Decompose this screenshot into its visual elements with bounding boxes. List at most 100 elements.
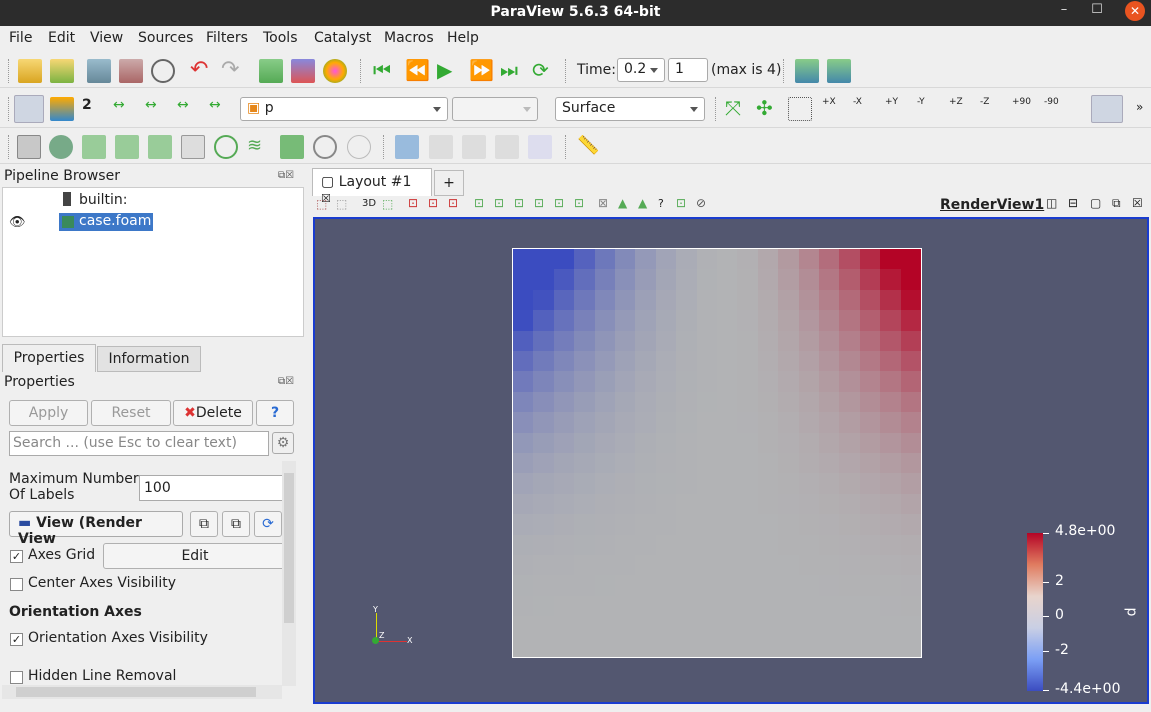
clear-selection-icon[interactable]: ⊠ — [598, 196, 608, 210]
reset-session-icon[interactable] — [259, 59, 283, 83]
tab-information[interactable]: Information — [97, 346, 201, 372]
rotate-minus-90-icon[interactable]: -90 — [1044, 97, 1068, 121]
orientation-axes-checkbox[interactable]: ✓ — [10, 633, 23, 646]
contour-icon[interactable] — [49, 135, 73, 159]
axes-grid-checkbox[interactable]: ✓ — [10, 550, 23, 563]
color-legend-bar[interactable] — [1027, 533, 1043, 691]
close-icon[interactable]: ✕ — [1125, 1, 1145, 21]
pipeline-builtin[interactable]: builtin: — [79, 192, 128, 208]
query-icon[interactable]: ⊡ — [676, 196, 686, 210]
vertical-scrollbar[interactable] — [282, 461, 296, 686]
extract-level-icon[interactable] — [347, 135, 371, 159]
redo-icon[interactable]: ↷ — [221, 59, 245, 83]
plot-over-time-icon[interactable] — [495, 135, 519, 159]
undo-icon[interactable]: ↶ — [190, 59, 214, 83]
rescale-temporal-icon[interactable]: ↔ — [177, 97, 201, 121]
view-minus-z-icon[interactable]: -Z — [980, 97, 1004, 121]
toggle-annotation-icon[interactable]: ▲ — [638, 196, 647, 210]
properties-dock-icons[interactable]: ⧉☒ — [278, 376, 294, 387]
split-vertical-icon[interactable]: ⊟ — [1068, 196, 1078, 210]
plot-selection-icon[interactable] — [429, 135, 453, 159]
timestep-spinbox[interactable]: 1 — [668, 58, 708, 82]
help-button[interactable]: ? — [256, 400, 294, 426]
interactive-select-icon[interactable]: ⊡ — [494, 196, 504, 210]
pipeline-item-case-foam[interactable]: case.foam — [59, 213, 153, 231]
threshold-icon[interactable] — [148, 135, 172, 159]
split-horizontal-icon[interactable]: ◫ — [1046, 196, 1057, 210]
camera-undo-icon[interactable]: ⬚ — [382, 197, 393, 211]
paste-button[interactable]: ⧉ — [222, 511, 250, 537]
timer-icon[interactable] — [151, 59, 175, 83]
tab-properties[interactable]: Properties — [2, 344, 96, 372]
add-layout-button[interactable]: + — [434, 170, 464, 196]
hover-points-icon[interactable]: ⊡ — [534, 196, 544, 210]
slice-icon[interactable] — [115, 135, 139, 159]
rescale-range-icon[interactable]: ↔ — [113, 97, 137, 121]
hidden-line-checkbox[interactable] — [10, 671, 23, 684]
extract-subset-icon[interactable] — [181, 135, 205, 159]
probe-icon[interactable] — [528, 135, 552, 159]
component-combo[interactable] — [452, 97, 538, 121]
time-combo[interactable]: 0.2 — [617, 58, 665, 82]
connect-icon[interactable] — [87, 59, 111, 83]
center-axes-checkbox[interactable] — [10, 578, 23, 591]
view-plus-y-icon[interactable]: +Y — [885, 97, 909, 121]
stop-icon[interactable]: ⊘ — [696, 196, 706, 210]
warp-vector-icon[interactable] — [280, 135, 304, 159]
representation-combo[interactable]: Surface — [555, 97, 705, 121]
find-icon[interactable]: ? — [658, 197, 664, 210]
select-block-icon[interactable]: ⊡ — [474, 196, 484, 210]
mode-3d-toggle[interactable]: 3D — [362, 198, 376, 209]
view-minus-x-icon[interactable]: -X — [853, 97, 877, 121]
disconnect-icon[interactable] — [119, 59, 143, 83]
reset-range-icon[interactable]: 2 — [82, 97, 106, 121]
capture-icon[interactable]: ⬚ — [316, 197, 327, 211]
toggle-colorbar-icon[interactable] — [14, 95, 44, 123]
menu-catalyst[interactable]: Catalyst — [314, 30, 371, 46]
apply-button[interactable]: Apply — [9, 400, 88, 426]
tab-layout-1[interactable]: ▢ Layout #1 ☒ — [312, 168, 432, 205]
glyph-icon[interactable] — [214, 135, 238, 159]
view-minus-y-icon[interactable]: -Y — [917, 97, 941, 121]
minimize-icon[interactable]: – — [1052, 0, 1076, 22]
select-cells-icon[interactable]: ⊡ — [408, 196, 418, 210]
close-view-icon[interactable]: ☒ — [1132, 196, 1143, 210]
add-camera-icon[interactable] — [827, 59, 851, 83]
menu-tools[interactable]: Tools — [263, 30, 298, 46]
select-points-icon[interactable]: ⊡ — [428, 196, 438, 210]
select-frustum-icon[interactable]: ⊡ — [448, 196, 458, 210]
open-icon[interactable] — [18, 59, 42, 83]
hover-cells-icon[interactable]: ⊡ — [554, 196, 564, 210]
horizontal-scrollbar[interactable] — [2, 685, 282, 699]
menu-file[interactable]: File — [9, 30, 32, 46]
loop-icon[interactable]: ⟳ — [532, 59, 556, 83]
menu-macros[interactable]: Macros — [384, 30, 434, 46]
render-view-name[interactable]: RenderView1 — [940, 197, 1044, 213]
zoom-to-box-icon[interactable] — [788, 97, 812, 121]
extract-selection-icon[interactable] — [395, 135, 419, 159]
rescale-custom-icon[interactable]: ↔ — [145, 97, 169, 121]
capture-all-icon[interactable]: ⬚ — [336, 197, 347, 211]
restore-button[interactable]: ⟳ — [254, 511, 282, 537]
undock-view-icon[interactable]: ⧉ — [1112, 196, 1121, 211]
previous-frame-icon[interactable]: ⏪ — [405, 59, 430, 83]
menu-sources[interactable]: Sources — [138, 30, 193, 46]
copy-button[interactable]: ⧉ — [190, 511, 218, 537]
stream-tracer-icon[interactable]: ≋ — [247, 135, 271, 159]
first-frame-icon[interactable]: ⏮ — [373, 59, 397, 83]
pipeline-dock-icons[interactable]: ⧉☒ — [278, 170, 294, 181]
group-datasets-icon[interactable] — [313, 135, 337, 159]
menu-filters[interactable]: Filters — [206, 30, 248, 46]
delete-button[interactable]: ✖Delete — [173, 400, 253, 426]
toolbar-overflow-icon[interactable]: » — [1136, 100, 1143, 114]
zoom-to-data-icon[interactable]: ✣ — [756, 97, 780, 121]
view-plus-x-icon[interactable]: +X — [822, 97, 846, 121]
select-polygon-icon[interactable]: ⊡ — [514, 196, 524, 210]
find-data-icon[interactable] — [291, 59, 315, 83]
clip-icon[interactable] — [82, 135, 106, 159]
menu-edit[interactable]: Edit — [48, 30, 75, 46]
eye-icon[interactable]: 👁 — [9, 215, 26, 230]
plot-line-icon[interactable] — [462, 135, 486, 159]
last-frame-icon[interactable]: ⏭ — [500, 59, 524, 83]
edit-axes-grid-button[interactable]: Edit — [103, 543, 287, 569]
